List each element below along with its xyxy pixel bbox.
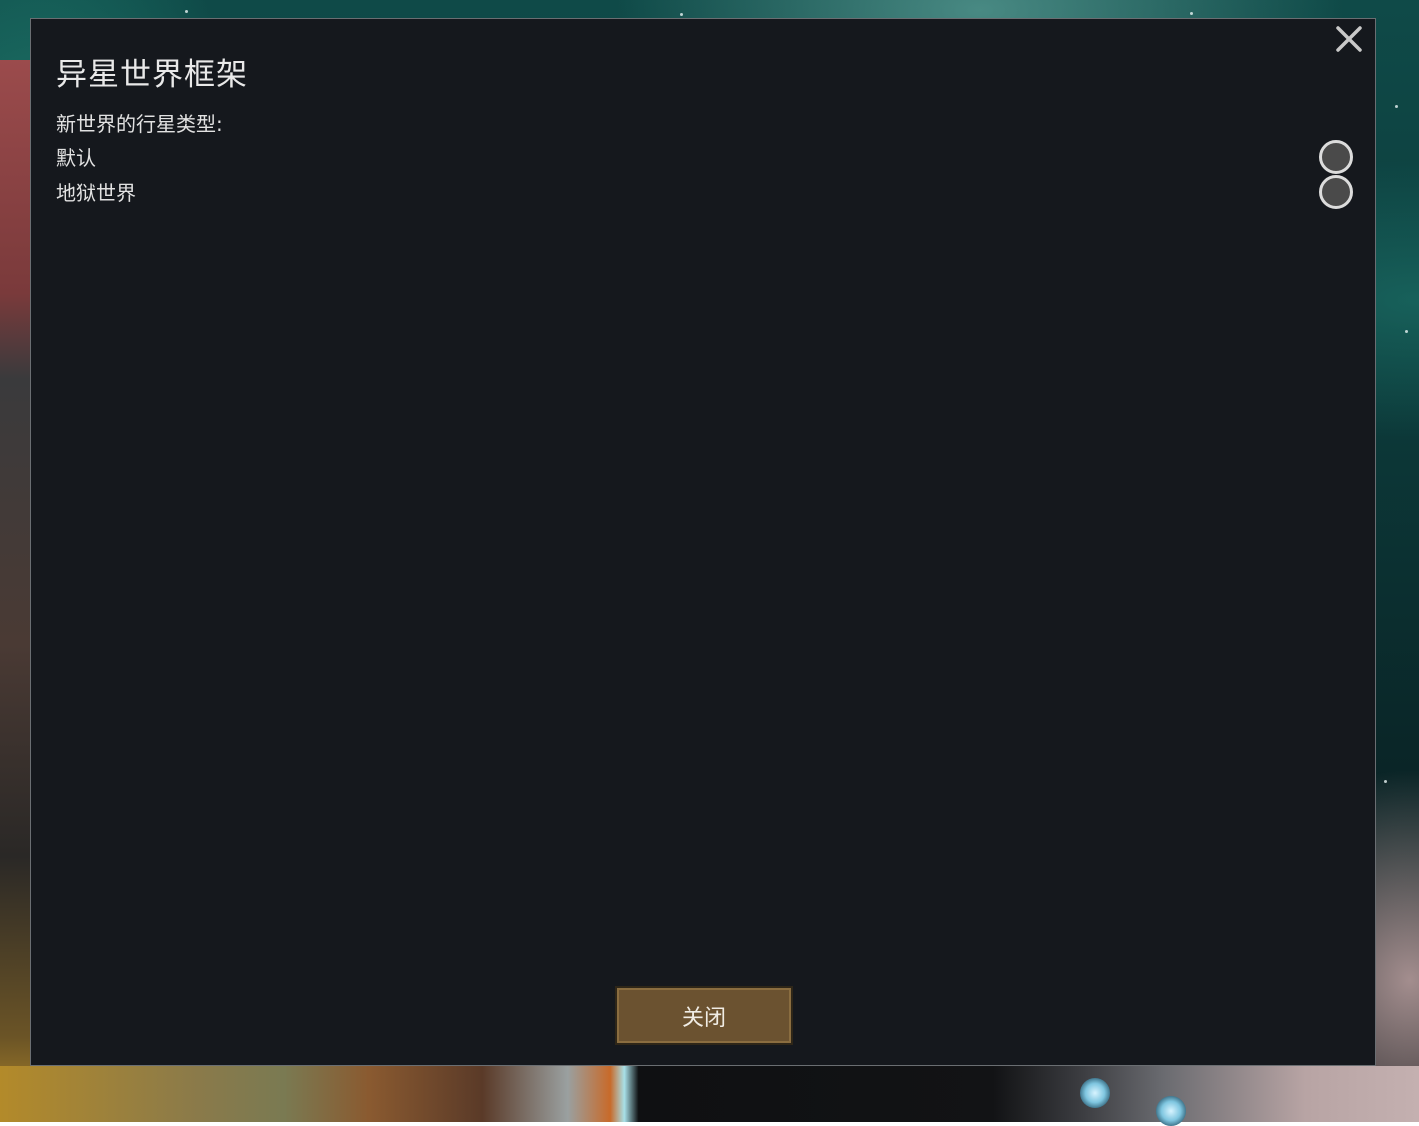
star (1395, 105, 1398, 108)
star (680, 13, 683, 16)
dialog-title: 异星世界框架 (56, 57, 248, 93)
thruster-light (1080, 1078, 1110, 1108)
close-button[interactable]: 关闭 (615, 986, 793, 1045)
option-hell-world[interactable]: 地狱世界 (56, 175, 1353, 209)
star (1190, 12, 1193, 15)
close-x-icon[interactable] (1335, 25, 1363, 53)
character-art-left (0, 60, 30, 1122)
star (185, 10, 188, 13)
star (1384, 780, 1387, 783)
option-default[interactable]: 默认 (56, 140, 1353, 174)
ship-art-bottom (0, 1066, 1419, 1126)
option-label: 地狱世界 (56, 181, 136, 205)
radio-button[interactable] (1319, 175, 1353, 209)
option-label: 默认 (56, 146, 96, 170)
planet-type-label: 新世界的行星类型: (56, 112, 223, 136)
world-framework-dialog: 异星世界框架 新世界的行星类型: 默认 地狱世界 关闭 (30, 18, 1376, 1066)
star (1405, 330, 1408, 333)
radio-button[interactable] (1319, 140, 1353, 174)
